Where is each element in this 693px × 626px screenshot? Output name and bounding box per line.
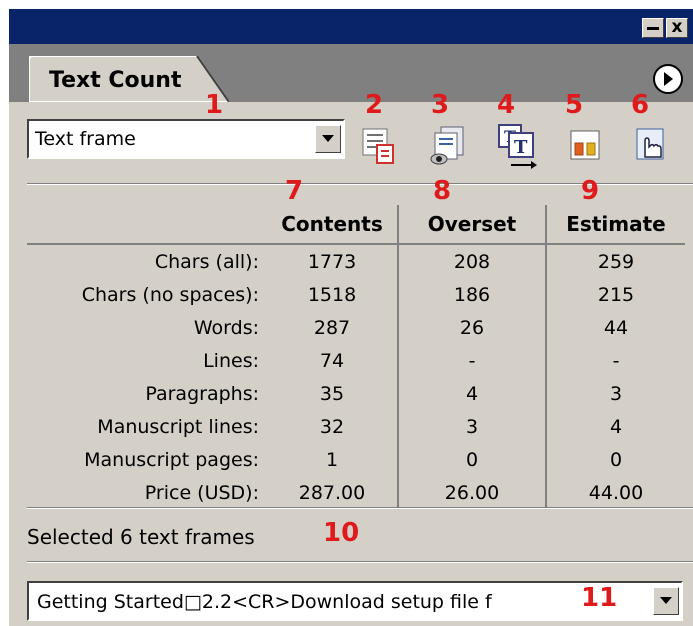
cell-estimate: 0 (545, 443, 685, 476)
annotation-6: 6 (631, 90, 650, 120)
cell-estimate: 259 (545, 244, 685, 278)
minimize-icon (647, 27, 659, 30)
cell-estimate: 44 (545, 311, 685, 344)
circle-arrow-right-icon[interactable] (653, 64, 683, 94)
cell-estimate: 44.00 (545, 476, 685, 509)
cell-contents: 287.00 (298, 481, 366, 504)
row-label: Lines: (203, 349, 259, 372)
cell-overset: 4 (397, 377, 546, 410)
columns-icon[interactable] (565, 123, 605, 167)
panel-title-bar: x (9, 9, 693, 44)
cell-overset: 26 (397, 311, 546, 344)
row-label: Price (USD): (144, 481, 259, 504)
cell-overset: 3 (397, 410, 546, 443)
row-label: Chars (all): (154, 250, 259, 273)
annotation-11: 11 (581, 583, 618, 613)
row-label: Chars (no spaces): (81, 283, 259, 306)
cell-overset: 186 (397, 278, 546, 311)
text-count-panel: x Text Count Text frame T Contents Overs… (9, 9, 693, 626)
cell-contents: 287 (313, 316, 351, 339)
annotation-9: 9 (581, 176, 600, 206)
close-button[interactable]: x (666, 18, 688, 38)
annotation-2: 2 (365, 90, 384, 120)
row-label: Paragraphs: (145, 382, 259, 405)
table-row: Chars (no spaces): 1518 186 215 (27, 278, 685, 311)
cell-estimate: 4 (545, 410, 685, 443)
mode-select[interactable]: Text frame (27, 119, 345, 159)
cell-estimate: - (545, 344, 685, 377)
table-row: Paragraphs: 35 4 3 (27, 377, 685, 410)
tab-label: Text Count (49, 68, 182, 93)
chevron-down-icon[interactable] (315, 125, 341, 153)
annotation-7: 7 (285, 176, 304, 206)
preview-eye-icon[interactable] (429, 123, 469, 167)
table-row: Lines: 74 - - (27, 344, 685, 377)
cell-overset: - (397, 344, 546, 377)
separator (27, 507, 693, 509)
annotation-4: 4 (497, 90, 516, 120)
cell-contents: 74 (319, 349, 345, 372)
header-estimate: Estimate (545, 205, 685, 245)
cell-overset: 0 (397, 443, 546, 476)
hand-pointer-icon[interactable] (629, 123, 669, 167)
tab-strip: Text Count (9, 44, 693, 102)
text-count-table: Contents Overset Estimate Chars (all): 1… (27, 205, 685, 509)
text-flow-icon[interactable]: T T (495, 123, 537, 169)
paragraph-select-value: Getting Started□2.2<CR>Download setup fi… (37, 591, 492, 613)
separator (27, 561, 693, 563)
row-label: Manuscript lines: (97, 415, 259, 438)
svg-text:T: T (514, 137, 528, 158)
table-header-empty (27, 205, 267, 245)
cell-contents: 1773 (307, 250, 357, 273)
annotation-10: 10 (323, 518, 360, 548)
annotation-8: 8 (433, 176, 452, 206)
chevron-down-icon[interactable] (653, 587, 679, 615)
table-row: Chars (all): 1773 208 259 (27, 244, 685, 278)
tab-text-count[interactable]: Text Count (29, 56, 229, 102)
table-row: Words: 287 26 44 (27, 311, 685, 344)
header-overset: Overset (397, 205, 546, 245)
cell-contents: 1518 (307, 283, 357, 306)
minimize-button[interactable] (642, 18, 664, 38)
annotation-1: 1 (205, 90, 224, 120)
annotation-3: 3 (431, 90, 450, 120)
annotation-5: 5 (565, 90, 584, 120)
text-list-icon[interactable] (359, 123, 399, 167)
table-row: Manuscript pages: 1 0 0 (27, 443, 685, 476)
row-label: Manuscript pages: (84, 448, 259, 471)
row-label: Words: (193, 316, 259, 339)
cell-estimate: 3 (545, 377, 685, 410)
cell-overset: 26.00 (397, 476, 546, 509)
cell-contents: 32 (319, 415, 345, 438)
table-header-row: Contents Overset Estimate (27, 205, 685, 245)
cell-estimate: 215 (545, 278, 685, 311)
cell-contents: 1 (325, 448, 339, 471)
mode-select-value: Text frame (35, 128, 136, 150)
table-row: Manuscript lines: 32 3 4 (27, 410, 685, 443)
cell-contents: 35 (319, 382, 345, 405)
cell-overset: 208 (397, 244, 546, 278)
table-row: Price (USD): 287.00 26.00 44.00 (27, 476, 685, 509)
header-contents: Contents (267, 205, 398, 245)
status-text: Selected 6 text frames (27, 525, 255, 549)
